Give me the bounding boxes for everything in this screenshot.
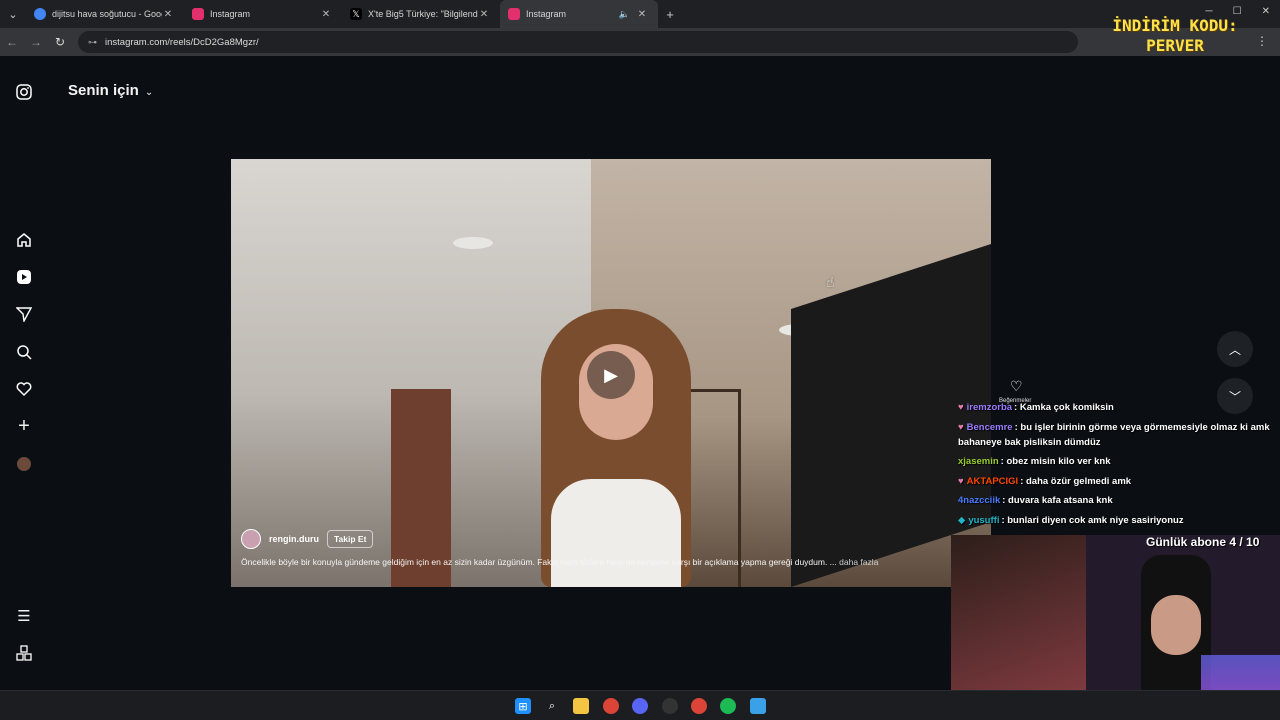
gem-badge-icon: ◆ bbox=[958, 514, 966, 526]
hand-cursor-icon: ☝ bbox=[826, 274, 835, 290]
chat-message: ♥ iremzorba: Kamka çok komiksin bbox=[958, 400, 1274, 415]
play-icon[interactable]: ▶ bbox=[587, 351, 635, 399]
feed-title: Senin için bbox=[68, 82, 139, 99]
follow-button[interactable]: Takip Et bbox=[327, 530, 374, 548]
chat-text: : Kamka çok komiksin bbox=[1014, 402, 1114, 413]
tab-close-icon[interactable]: ✕ bbox=[636, 9, 648, 20]
chrome-icon[interactable] bbox=[691, 698, 707, 714]
profile-avatar[interactable] bbox=[14, 454, 34, 474]
chat-username: 4nazcciik bbox=[958, 495, 1001, 506]
more-apps-icon[interactable] bbox=[14, 643, 34, 663]
reels-icon[interactable] bbox=[14, 267, 34, 287]
tab-title: Instagram bbox=[526, 9, 567, 19]
subscriber-goal: Günlük abone 4 / 10 bbox=[1146, 535, 1260, 549]
site-info-icon[interactable]: ⊶ bbox=[88, 37, 97, 48]
x-favicon-icon: 𝕏 bbox=[350, 8, 362, 20]
url-field[interactable]: ⊶ instagram.com/reels/DcD2Ga8Mgzr/ bbox=[78, 31, 1078, 53]
tab-title: dijitsu hava soğutucu - Google bbox=[52, 9, 162, 19]
reel-video[interactable]: ▶ rengin.duru Takip Et Öncelikle böyle b… bbox=[231, 159, 991, 587]
windows-taskbar: ⊞ ⌕ bbox=[0, 690, 1280, 720]
menu-icon[interactable]: ☰ bbox=[14, 606, 34, 626]
instagram-sidebar: + ☰ bbox=[0, 56, 48, 690]
tab-close-icon[interactable]: ✕ bbox=[478, 9, 490, 20]
spotify-icon[interactable] bbox=[720, 698, 736, 714]
tab-close-icon[interactable]: ✕ bbox=[320, 9, 332, 20]
chat-username: yusuffi bbox=[968, 514, 1000, 526]
heart-icon[interactable] bbox=[14, 379, 34, 399]
url-text: instagram.com/reels/DcD2Ga8Mgzr/ bbox=[105, 36, 259, 48]
browser-tab-strip: ⌄ dijitsu hava soğutucu - Google ✕ Insta… bbox=[0, 0, 1280, 28]
caption-text: Öncelikle böyle bir konuyla gündeme geld… bbox=[241, 557, 837, 567]
chevron-down-icon: ⌄ bbox=[144, 87, 154, 98]
windows-start-icon[interactable]: ⊞ bbox=[515, 698, 531, 714]
tab-search-chevron-icon[interactable]: ⌄ bbox=[0, 0, 26, 28]
google-favicon-icon bbox=[34, 8, 46, 20]
chat-text: : bunlari diyen cok amk niye sasiriyonuz bbox=[1001, 514, 1184, 526]
browser-tab[interactable]: Instagram ✕ bbox=[184, 0, 342, 28]
more-link[interactable]: daha fazla bbox=[839, 557, 878, 567]
file-explorer-icon[interactable] bbox=[573, 698, 589, 714]
chrome-icon[interactable] bbox=[603, 698, 619, 714]
forward-arrow-icon[interactable]: → bbox=[24, 35, 48, 49]
browser-tab[interactable]: 𝕏 X'te Big5 Türkiye: "Bilgilendirm ✕ bbox=[342, 0, 500, 28]
search-icon[interactable] bbox=[14, 342, 34, 362]
sub-badge-icon: ♥ bbox=[958, 475, 964, 487]
author-username[interactable]: rengin.duru bbox=[269, 534, 319, 544]
plus-icon[interactable]: + bbox=[14, 415, 34, 437]
tab-close-icon[interactable]: ✕ bbox=[162, 9, 174, 20]
new-tab-plus-icon[interactable]: + bbox=[658, 7, 682, 22]
chat-message: ◆ yusuffi: bunlari diyen cok amk niye sas… bbox=[958, 513, 1274, 528]
sub-badge-icon: ♥ bbox=[958, 421, 964, 433]
address-bar-row: ← → ↻ ⊶ instagram.com/reels/DcD2Ga8Mgzr/… bbox=[0, 28, 1280, 56]
home-icon[interactable] bbox=[14, 230, 34, 250]
author-avatar[interactable] bbox=[241, 529, 261, 549]
chat-username: xjasemin bbox=[958, 456, 999, 467]
back-arrow-icon[interactable]: ← bbox=[0, 35, 24, 49]
speaker-icon[interactable]: 🔈 bbox=[619, 9, 630, 20]
webcam-streamer-face bbox=[1151, 595, 1201, 655]
discord-icon[interactable] bbox=[632, 698, 648, 714]
chat-username: Bencemre bbox=[966, 421, 1013, 433]
reel-caption: Öncelikle böyle bir konuyla gündeme geld… bbox=[241, 557, 981, 567]
sub-badge-icon: ♥ bbox=[958, 402, 964, 413]
chat-message: ♥ Bencemre: bu işler birinin görme veya g… bbox=[958, 420, 1274, 450]
ceiling-lamp bbox=[453, 237, 493, 249]
previous-reel-chevron-up-icon[interactable]: ︿ bbox=[1217, 331, 1253, 367]
browser-tab[interactable]: dijitsu hava soğutucu - Google ✕ bbox=[26, 0, 184, 28]
search-icon[interactable]: ⌕ bbox=[544, 698, 560, 714]
close-window-icon[interactable]: ✕ bbox=[1262, 6, 1270, 17]
browser-menu-icon[interactable]: ⋮ bbox=[1256, 34, 1268, 48]
app-icon[interactable] bbox=[750, 698, 766, 714]
instagram-favicon-icon bbox=[192, 8, 204, 20]
browser-tab-active[interactable]: Instagram 🔈 ✕ bbox=[500, 0, 658, 28]
chat-text: : duvara kafa atsana knk bbox=[1002, 495, 1113, 506]
tab-title: Instagram bbox=[210, 9, 251, 19]
like-heart-icon[interactable]: ♡ bbox=[1010, 378, 1023, 395]
tab-title: X'te Big5 Türkiye: "Bilgilendirm bbox=[368, 9, 478, 19]
chat-username: AKTAPCIGI bbox=[966, 475, 1019, 487]
obs-icon[interactable] bbox=[662, 698, 678, 714]
chat-message: 4nazcciik: duvara kafa atsana knk bbox=[958, 493, 1274, 508]
chat-message: xjasemin: obez misin kilo ver knk bbox=[958, 454, 1274, 469]
send-icon[interactable] bbox=[14, 304, 34, 324]
reel-author: rengin.duru Takip Et bbox=[241, 529, 374, 549]
chat-username: iremzorba bbox=[966, 402, 1013, 413]
feed-selector[interactable]: Senin için ⌄ bbox=[68, 82, 153, 99]
instagram-favicon-icon bbox=[508, 8, 520, 20]
chat-message: ♥ AKTAPCIGI: daha özür gelmedi amk bbox=[958, 474, 1274, 489]
reload-icon[interactable]: ↻ bbox=[48, 35, 72, 49]
chat-text: : daha özür gelmedi amk bbox=[1020, 475, 1132, 487]
video-person-shirt bbox=[551, 479, 681, 587]
instagram-logo-icon[interactable] bbox=[14, 82, 34, 102]
stream-chat-overlay: ♥ iremzorba: Kamka çok komiksin ♥ Bencemre… bbox=[958, 400, 1274, 532]
chat-text: : obez misin kilo ver knk bbox=[1000, 456, 1111, 467]
